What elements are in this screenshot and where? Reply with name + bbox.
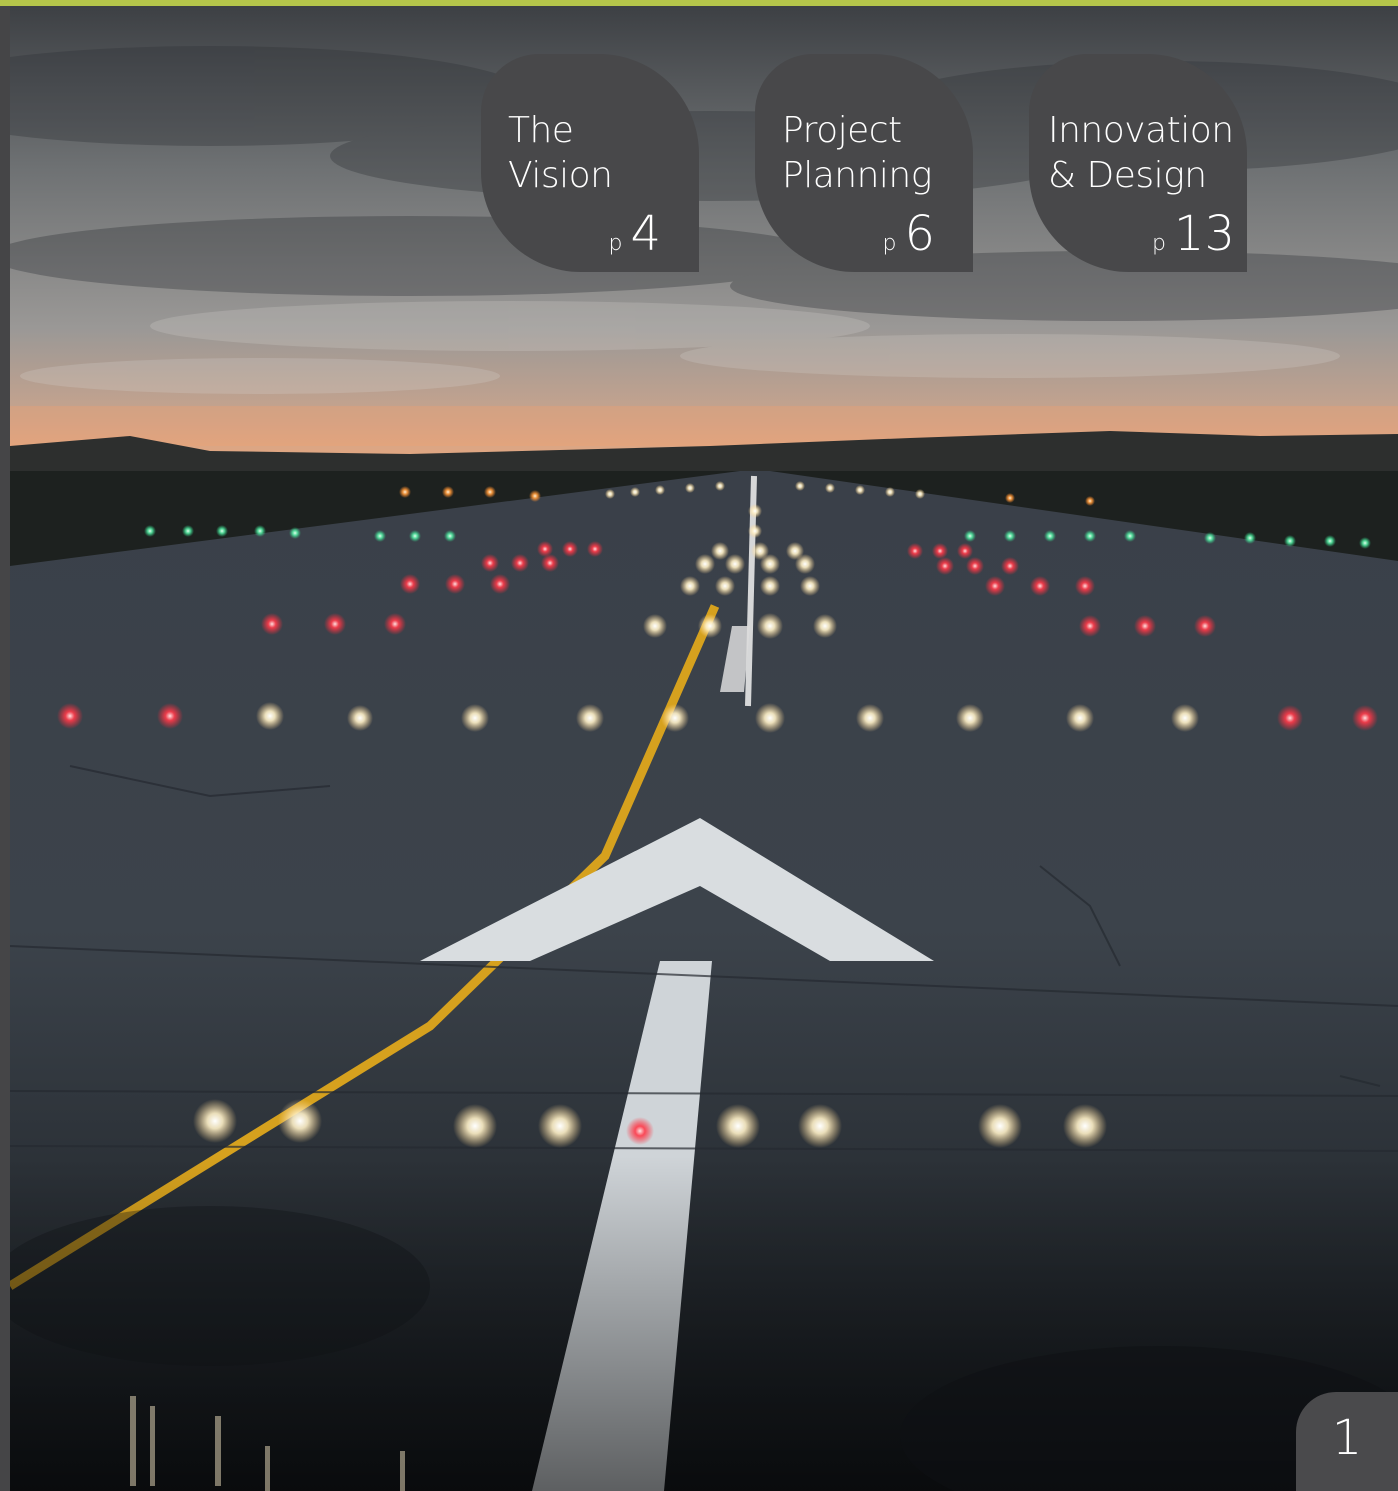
toc-item-vision[interactable]: The Vision p4 <box>481 54 699 272</box>
toc-title: Project Planning <box>782 110 932 196</box>
page-number: 1 <box>1331 1410 1363 1466</box>
page-value: 4 <box>630 206 661 262</box>
toc-title: The Vision <box>508 110 613 196</box>
page-prefix: p <box>608 231 623 256</box>
toc-page-ref: p4 <box>608 204 661 275</box>
page-value: 6 <box>904 206 935 262</box>
page-prefix: p <box>1151 231 1166 256</box>
toc-item-project-planning[interactable]: Project Planning p6 <box>755 54 973 272</box>
page-number-badge: 1 <box>1296 1392 1398 1491</box>
page-value: 13 <box>1173 206 1235 262</box>
page-prefix: p <box>882 231 897 256</box>
toc-title: Innovation & Design <box>1048 110 1234 196</box>
toc-page-ref: p6 <box>882 204 935 275</box>
toc-page-ref: p 13 <box>1152 204 1235 275</box>
page-edge <box>0 6 10 1491</box>
toc-item-innovation-design[interactable]: Innovation & Design p 13 <box>1029 54 1247 272</box>
